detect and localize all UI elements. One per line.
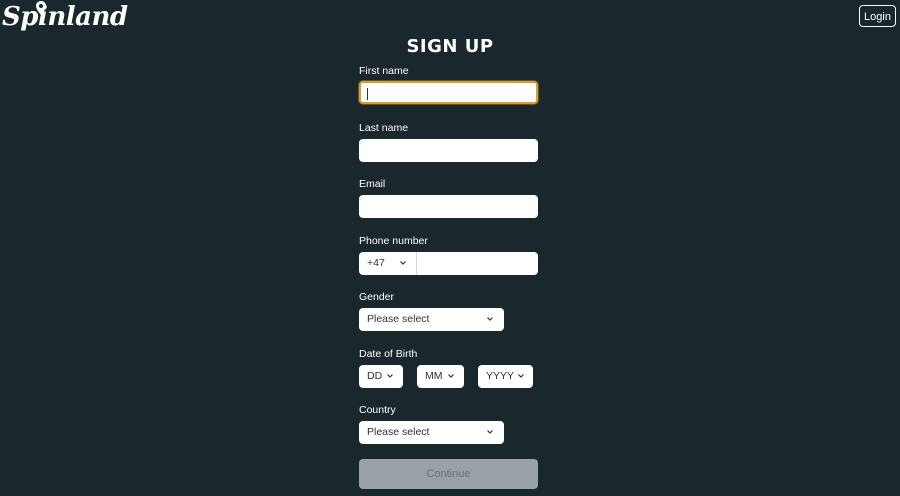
gender-select[interactable]: Please select bbox=[359, 308, 504, 331]
spinland-logo[interactable]: Spinland bbox=[2, 0, 128, 34]
dob-month-value: MM bbox=[425, 370, 443, 382]
first-name-label: First name bbox=[359, 65, 409, 77]
dob-month-select[interactable]: MM bbox=[417, 365, 464, 388]
dob-label: Date of Birth bbox=[359, 348, 418, 360]
dob-year-select[interactable]: YYYY bbox=[478, 365, 533, 388]
email-field[interactable] bbox=[359, 195, 538, 218]
country-label: Country bbox=[359, 404, 396, 416]
chevron-down-icon bbox=[487, 430, 493, 434]
phone-input-group: +47 bbox=[359, 252, 538, 275]
dob-year-value: YYYY bbox=[486, 370, 515, 382]
text-cursor bbox=[367, 88, 368, 100]
continue-button[interactable]: Continue bbox=[359, 459, 538, 489]
country-code-value: +47 bbox=[367, 257, 385, 269]
last-name-label: Last name bbox=[359, 122, 409, 134]
first-name-field[interactable] bbox=[359, 81, 538, 104]
gender-selected-value: Please select bbox=[367, 313, 430, 325]
dob-day-value: DD bbox=[367, 370, 383, 382]
login-button[interactable]: Login bbox=[859, 5, 896, 27]
country-select[interactable]: Please select bbox=[359, 421, 504, 444]
logo-text: Spinland bbox=[2, 2, 128, 32]
last-name-field[interactable] bbox=[359, 139, 538, 162]
chevron-down-icon bbox=[518, 374, 524, 378]
phone-label: Phone number bbox=[359, 235, 428, 247]
country-selected-value: Please select bbox=[367, 426, 430, 438]
email-label: Email bbox=[359, 178, 386, 190]
dob-day-select[interactable]: DD bbox=[359, 365, 403, 388]
phone-number-field[interactable] bbox=[418, 252, 536, 275]
chevron-down-icon bbox=[387, 374, 393, 378]
country-code-select[interactable]: +47 bbox=[359, 252, 417, 275]
chevron-down-icon bbox=[487, 317, 493, 321]
chevron-down-icon bbox=[448, 374, 454, 378]
map-pin-icon bbox=[36, 1, 46, 15]
chevron-down-icon bbox=[400, 261, 406, 265]
page-title: SIGN UP bbox=[406, 36, 494, 57]
gender-label: Gender bbox=[359, 291, 395, 303]
